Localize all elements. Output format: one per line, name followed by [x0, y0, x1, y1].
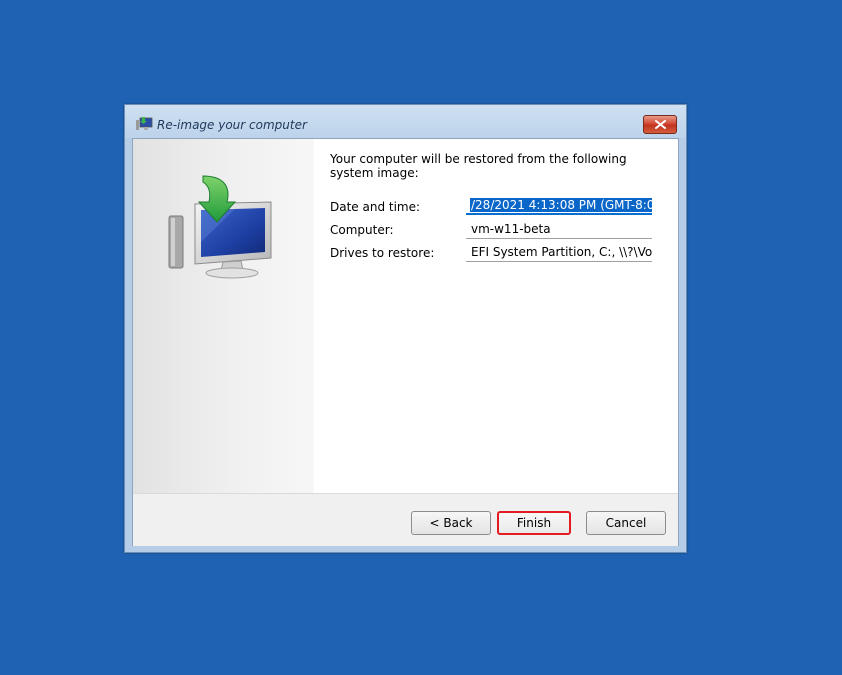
window-title: Re-image your computer — [157, 118, 307, 132]
drives-to-restore-label: Drives to restore: — [330, 246, 435, 260]
title-bar[interactable]: Re-image your computer — [125, 105, 686, 138]
dialog-body: Your computer will be restored from the … — [132, 138, 679, 546]
cancel-button[interactable]: Cancel — [586, 511, 666, 535]
date-time-label: Date and time: — [330, 200, 421, 214]
side-panel — [133, 139, 314, 493]
close-icon — [655, 120, 666, 129]
reimage-computer-icon — [135, 116, 153, 132]
drives-to-restore-field[interactable]: EFI System Partition, C:, \\?\Volur — [466, 242, 652, 262]
back-button[interactable]: < Back — [411, 511, 491, 535]
computer-field[interactable]: vm-w11-beta — [466, 219, 652, 239]
button-bar: < Back Finish Cancel — [133, 493, 678, 546]
date-time-value: /28/2021 4:13:08 PM (GMT-8:00) — [470, 198, 652, 212]
reimage-dialog: Re-image your computer Your computer wil… — [124, 104, 687, 553]
date-time-field[interactable]: /28/2021 4:13:08 PM (GMT-8:00) — [466, 195, 652, 215]
finish-button[interactable]: Finish — [497, 511, 571, 535]
computer-label: Computer: — [330, 223, 394, 237]
close-button[interactable] — [643, 115, 677, 134]
restore-computer-icon — [168, 175, 272, 279]
restore-description: Your computer will be restored from the … — [330, 152, 627, 180]
